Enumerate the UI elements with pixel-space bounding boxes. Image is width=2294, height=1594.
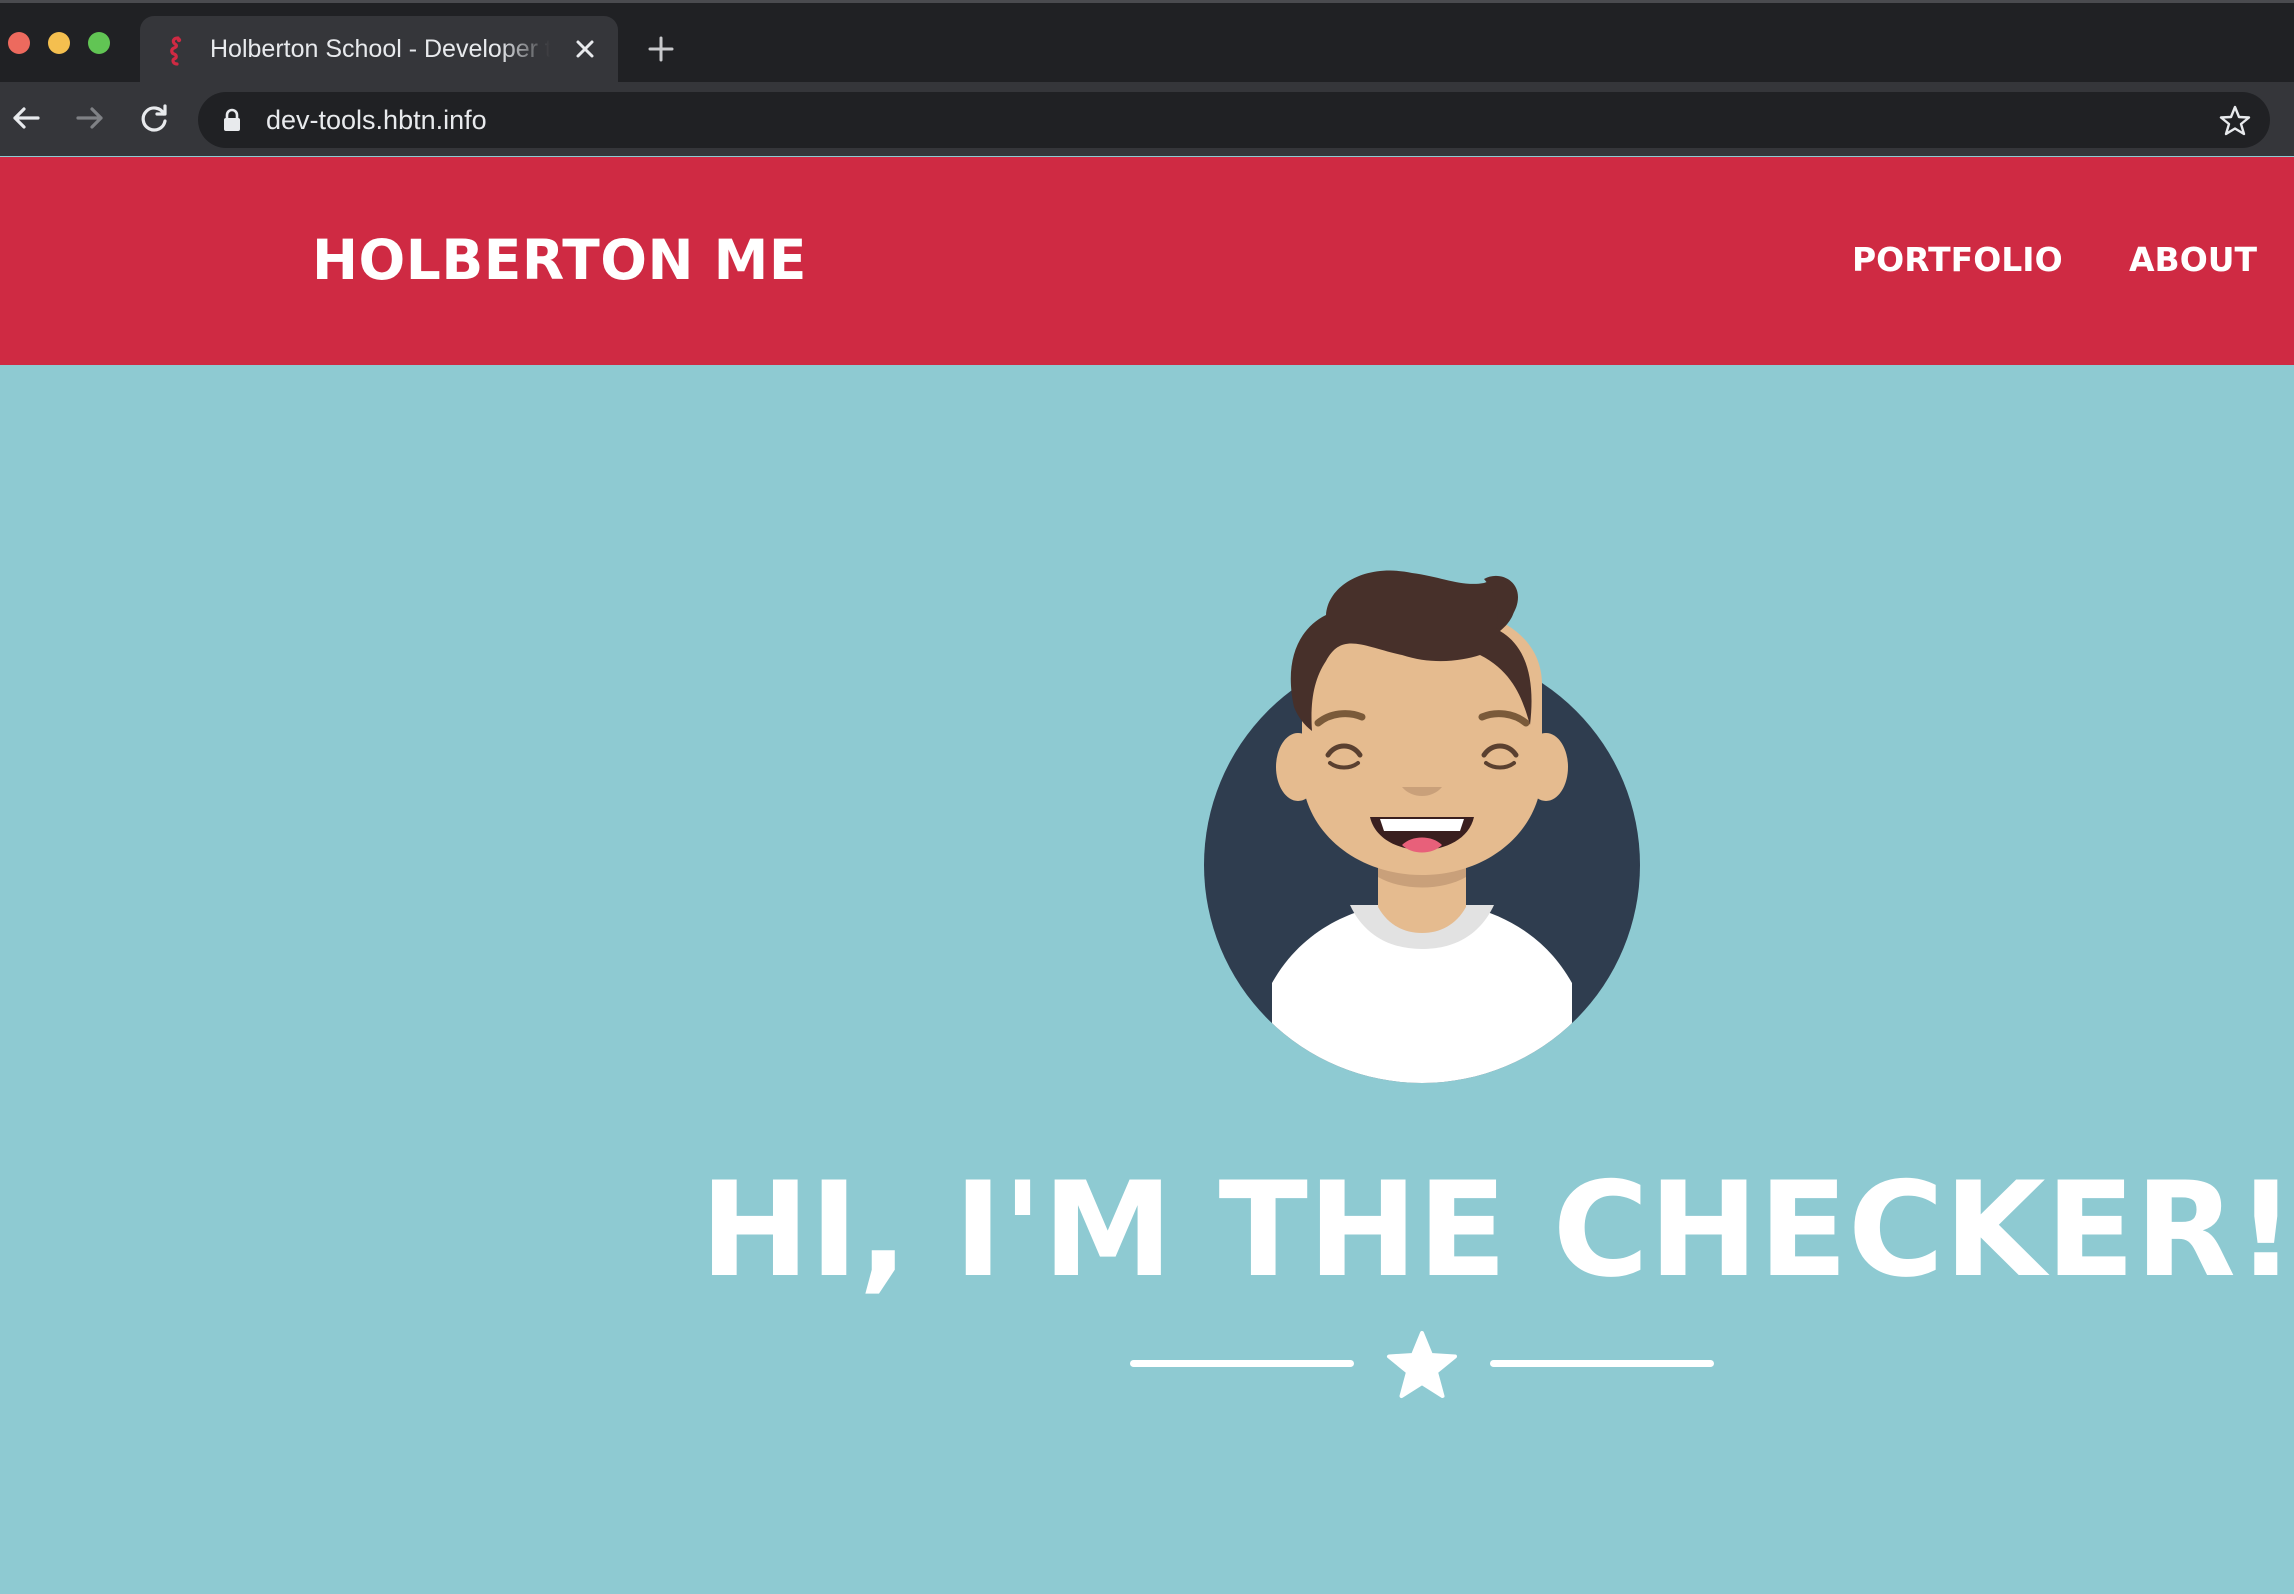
arrow-right-icon[interactable] bbox=[72, 100, 108, 136]
site-brand[interactable]: HOLBERTON ME bbox=[312, 227, 807, 293]
star-outline-icon[interactable] bbox=[2218, 104, 2252, 138]
window-top-border bbox=[0, 0, 2294, 3]
browser-tab-active[interactable]: Holberton School - Developer tools bbox=[140, 16, 618, 82]
divider-line-left bbox=[1130, 1360, 1354, 1367]
browser-toolbar: dev-tools.hbtn.info bbox=[0, 82, 2294, 156]
hero-title: HI, I'M THE CHECKER! bbox=[700, 1153, 2294, 1306]
close-icon[interactable] bbox=[572, 36, 598, 62]
address-bar[interactable]: dev-tools.hbtn.info bbox=[198, 92, 2270, 148]
nav-link-portfolio[interactable]: PORTFOLIO bbox=[1852, 237, 2063, 283]
lock-icon bbox=[224, 108, 240, 131]
reload-icon[interactable] bbox=[136, 100, 172, 136]
url-text[interactable]: dev-tools.hbtn.info bbox=[266, 92, 487, 148]
divider-line-right bbox=[1490, 1360, 1714, 1367]
window-close-button[interactable] bbox=[8, 32, 30, 54]
arrow-left-icon[interactable] bbox=[8, 100, 44, 136]
nav-link-about[interactable]: ABOUT bbox=[2129, 237, 2257, 283]
browser-tab-strip: Holberton School - Developer tools bbox=[0, 0, 2294, 82]
site-header: HOLBERTON ME PORTFOLIO ABOUT bbox=[0, 157, 2294, 365]
star-icon bbox=[1387, 1331, 1457, 1398]
plus-icon[interactable] bbox=[646, 34, 676, 64]
window-minimize-button[interactable] bbox=[48, 32, 70, 54]
tab-title: Holberton School - Developer tools bbox=[210, 35, 550, 63]
avatar bbox=[1204, 570, 1640, 1083]
window-zoom-button[interactable] bbox=[88, 32, 110, 54]
seahorse-icon bbox=[170, 36, 182, 66]
page-root: Holberton School - Developer tools dev-t… bbox=[0, 0, 2294, 1594]
hero-section: HI, I'M THE CHECKER! bbox=[0, 365, 2294, 1594]
